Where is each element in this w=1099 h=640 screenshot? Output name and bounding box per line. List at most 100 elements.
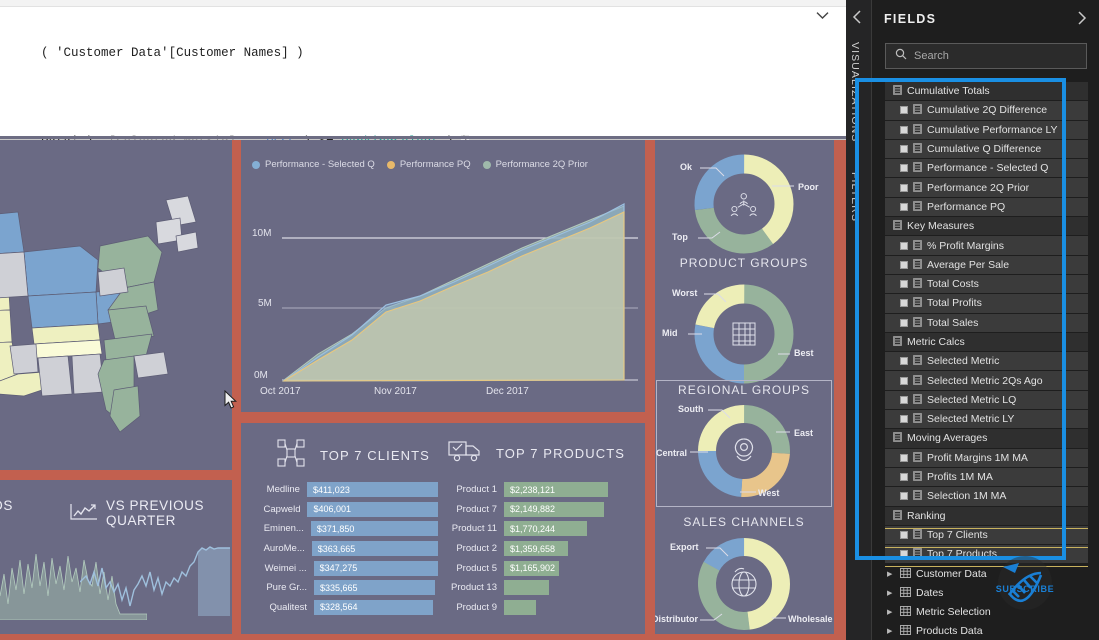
chevron-down-icon[interactable] [812,6,832,24]
client-bar[interactable]: $328,564 [314,599,433,615]
field-checkbox[interactable] [900,183,908,192]
sales-channels-donut-block[interactable]: Export Wholesale Distributor [652,532,834,640]
report-canvas[interactable]: LE TRENDS VS PREVIOUS QUARTER [0,140,846,640]
regional-groups-donut-block[interactable]: South East Central West [654,396,834,508]
us-states-map[interactable] [0,160,248,440]
table-row[interactable]: Product 5 $1,165,902 [438,558,638,578]
field-checkbox[interactable] [900,395,908,404]
field-item-profit-margins-1m-ma[interactable]: Profit Margins 1M MA [885,448,1088,468]
table-row[interactable]: Product 7 $2,149,882 [438,500,638,520]
table-row[interactable]: Product 2 $1,359,658 [438,539,638,559]
field-checkbox[interactable] [900,473,908,482]
field-checkbox[interactable] [900,145,908,154]
area-chart-plot[interactable] [240,184,645,412]
table-row[interactable]: Medline $411,023 [248,480,438,500]
field-group-moving-averages[interactable]: Moving Averages [885,429,1088,449]
field-checkbox[interactable] [900,376,908,385]
field-checkbox[interactable] [900,241,908,250]
product-bar[interactable]: $1,770,244 [504,521,587,537]
field-item-performance-selected-q[interactable]: Performance - Selected Q [885,159,1088,179]
table-row[interactable]: Eminen... $371,850 [248,519,438,539]
top7-visual[interactable]: TOP 7 CLIENTS TOP 7 PRODUCTS Medline $411… [240,422,645,640]
cumulative-performance-chart[interactable]: Performance - Selected Q Performance PQ … [240,140,645,412]
field-item-profits-1m-ma[interactable]: Profits 1M MA [885,467,1088,488]
table-row[interactable]: AuroMe... $363,665 [248,539,438,559]
field-checkbox[interactable] [900,260,908,269]
client-bar[interactable]: $371,850 [310,521,438,537]
field-item-total-profits[interactable]: Total Profits [885,294,1088,314]
dax-formula-bar[interactable]: ( 'Customer Data'[Customer Names] ) Data… [0,0,846,149]
field-group-metric-calcs[interactable]: Metric Calcs [885,332,1088,353]
field-item-selection-1m-ma[interactable]: Selection 1M MA [885,487,1088,507]
field-item-total-sales[interactable]: Total Sales [885,313,1088,333]
table-row[interactable]: Weimei ... $347,275 [248,558,438,578]
field-group-cumulative-totals[interactable]: Cumulative Totals [885,82,1088,102]
product-bar[interactable] [504,580,549,596]
field-item-cumulative-q-difference[interactable]: Cumulative Q Difference [885,139,1088,160]
product-bar[interactable]: $1,165,902 [504,560,559,576]
field-checkbox[interactable] [900,530,908,539]
field-checkbox[interactable] [900,415,908,424]
client-bar[interactable]: $406,001 [307,501,438,517]
field-item-cumulative-2q-difference[interactable]: Cumulative 2Q Difference [885,101,1088,121]
field-checkbox[interactable] [900,357,908,366]
field-item-performance-2q-prior[interactable]: Performance 2Q Prior [885,178,1088,198]
field-checkbox[interactable] [900,299,908,308]
table-row[interactable]: Product 11 $1,770,244 [438,519,638,539]
legend-item-2q-prior[interactable]: Performance 2Q Prior [482,159,588,170]
field-item-selected-metric[interactable]: Selected Metric [885,352,1088,372]
field-checkbox[interactable] [900,164,908,173]
search-input[interactable]: Search [885,43,1087,69]
field-item-selected-metric-2qs-ago[interactable]: Selected Metric 2Qs Ago [885,371,1088,391]
field-table-products-data[interactable]: ▶ Products Data [885,622,1088,640]
field-group-key-measures[interactable]: Key Measures [885,217,1088,237]
top7-clients-list[interactable]: Medline $411,023 Capweld $406,001 Eminen... $… [248,480,438,617]
regional-ranking-donut-block[interactable]: Worst Mid Best [654,276,834,396]
client-bar[interactable]: $335,665 [314,580,435,596]
chevron-right-icon[interactable]: ▶ [887,627,895,635]
groups-column[interactable]: Ok Poor Top PRODUCT GROUPS Worst Mid Bes… [652,140,834,640]
field-item-selected-metric-lq[interactable]: Selected Metric LQ [885,390,1088,411]
product-groups-donut-block[interactable]: Ok Poor Top [654,146,834,266]
field-checkbox[interactable] [900,550,908,559]
table-row[interactable]: Product 1 $2,238,121 [438,480,638,500]
table-row[interactable]: Pure Gr... $335,665 [248,578,438,598]
fields-list[interactable]: Cumulative Totals Cumulative 2Q Differenc… [885,82,1088,640]
chevron-right-icon[interactable]: ▶ [887,570,895,578]
map-visual[interactable] [0,140,232,470]
table-row[interactable]: Capweld $406,001 [248,500,438,520]
rail-tab-visualizations[interactable]: VISUALIZATIONS [849,42,861,142]
field-table-customer-data[interactable]: ▶ Customer Data [885,564,1088,584]
sales-trends-visual[interactable]: LE TRENDS VS PREVIOUS QUARTER [0,480,232,640]
legend-item-pq[interactable]: Performance PQ [386,159,471,170]
field-item-performance-pq[interactable]: Performance PQ [885,197,1088,218]
chevron-right-icon[interactable]: ▶ [887,589,895,597]
field-item-profit-margins[interactable]: % Profit Margins [885,236,1088,256]
field-item-selected-metric-ly[interactable]: Selected Metric LY [885,410,1088,430]
field-item-top-7-products[interactable]: Top 7 Products [885,545,1088,565]
field-group-ranking[interactable]: Ranking [885,506,1088,526]
chevron-right-icon[interactable] [1077,10,1087,28]
client-bar[interactable]: $411,023 [306,482,438,498]
field-checkbox[interactable] [900,453,908,462]
product-bar[interactable] [504,599,536,615]
product-bar[interactable]: $2,238,121 [504,482,608,498]
legend-item-selected-q[interactable]: Performance - Selected Q [252,159,375,170]
field-item-total-costs[interactable]: Total Costs [885,274,1088,295]
table-row[interactable]: Product 13 [438,578,638,598]
field-checkbox[interactable] [900,125,908,134]
field-checkbox[interactable] [900,318,908,327]
field-checkbox[interactable] [900,280,908,289]
field-table-metric-selection[interactable]: ▶ Metric Selection [885,603,1088,623]
top7-products-list[interactable]: Product 1 $2,238,121 Product 7 $2,149,882 Pr… [438,480,638,617]
field-item-cumulative-performance-ly[interactable]: Cumulative Performance LY [885,120,1088,140]
field-checkbox[interactable] [900,202,908,211]
client-bar[interactable]: $347,275 [313,560,438,576]
product-bar[interactable]: $2,149,882 [504,501,604,517]
field-item-average-per-sale[interactable]: Average Per Sale [885,255,1088,275]
rail-tab-filters[interactable]: FILTERS [849,172,861,222]
chevron-right-icon[interactable]: ▶ [887,608,895,616]
product-bar[interactable]: $1,359,658 [504,541,568,557]
table-row[interactable]: Product 9 [438,598,638,618]
client-bar[interactable]: $363,665 [311,541,438,557]
